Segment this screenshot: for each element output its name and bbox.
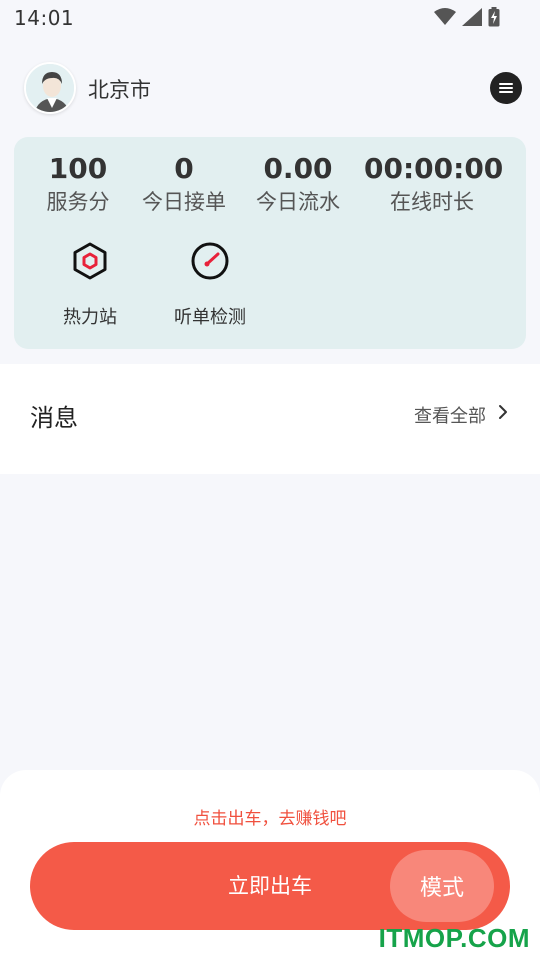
city-label[interactable]: 北京市 [88,74,151,104]
stat-label: 今日流水 [256,190,340,214]
avatar[interactable] [24,62,76,114]
stat-value: 0 [174,152,194,185]
user-avatar-icon [26,64,74,112]
status-time: 14:01 [14,6,75,30]
gauge-icon [191,242,229,280]
battery-icon [488,7,500,27]
header: 北京市 [0,36,540,136]
messages-section: 消息 查看全部 [0,364,540,474]
signal-icon [462,8,482,26]
menu-icon [499,83,513,93]
stat-today-orders[interactable]: 0 今日接单 [136,151,232,217]
watermark: ITMOP.COM [378,923,530,953]
tool-label: 听单检测 [174,307,246,328]
view-all-link[interactable]: 查看全部 [414,402,486,428]
status-icons [434,7,500,27]
stat-value: 100 [48,152,108,185]
messages-title: 消息 [30,404,78,432]
stat-value: 0.00 [263,152,333,185]
tool-label: 热力站 [63,307,117,328]
chevron-right-icon[interactable] [498,404,508,420]
stat-label: 今日接单 [142,190,226,214]
stat-value: 00:00:00 [364,152,504,185]
hexagon-icon [73,242,107,280]
status-bar: 14:01 [0,0,540,36]
menu-button[interactable] [490,72,522,104]
go-online-hint: 点击出车，去赚钱吧 [193,809,347,829]
stats-card: 100 服务分 0 今日接单 0.00 今日流水 00:00:00 在线时长 热… [14,137,526,349]
mode-button[interactable]: 模式 [390,850,494,922]
wifi-icon [434,8,456,25]
tool-order-check[interactable]: 听单检测 [150,241,270,329]
stat-label: 在线时长 [390,190,474,214]
stat-online-time[interactable]: 00:00:00 在线时长 [364,151,504,217]
stat-service-score[interactable]: 100 服务分 [34,151,122,217]
go-online-button[interactable]: 立即出车 模式 [30,842,510,930]
stat-label: 服务分 [46,190,110,214]
stat-today-income[interactable]: 0.00 今日流水 [250,151,346,217]
tool-heat-station[interactable]: 热力站 [30,241,150,329]
